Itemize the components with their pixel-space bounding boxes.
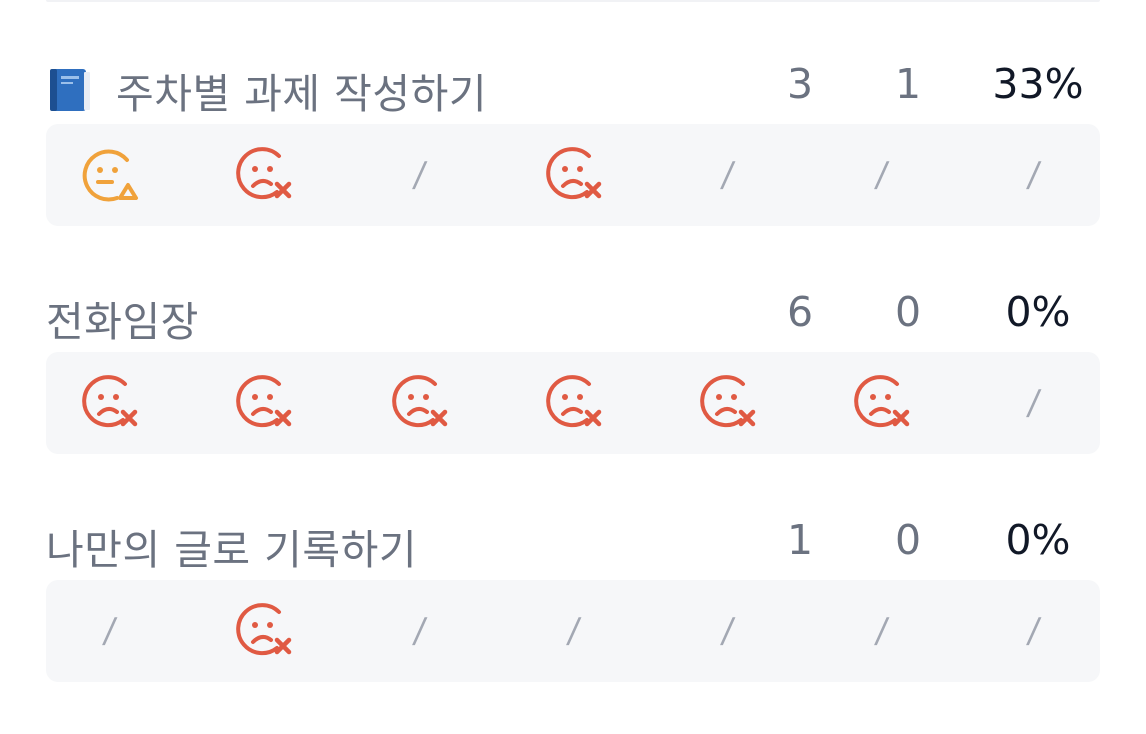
empty-cell[interactable]: /: [974, 124, 1094, 226]
empty-slash: /: [719, 155, 737, 195]
failed-cell[interactable]: [668, 352, 788, 454]
sad-face-x-icon: [82, 375, 138, 428]
empty-cell[interactable]: /: [514, 580, 634, 682]
empty-slash: /: [101, 611, 119, 651]
completion-percent: 0%: [1005, 288, 1071, 336]
divider: [46, 0, 1100, 2]
empty-cell[interactable]: /: [974, 580, 1094, 682]
sad-face-x-icon: [700, 375, 756, 428]
status-grid: / / / /: [46, 124, 1100, 226]
failed-cell[interactable]: [204, 580, 324, 682]
failed-cell[interactable]: [360, 352, 480, 454]
empty-cell[interactable]: /: [822, 580, 942, 682]
sad-face-x-icon: [236, 147, 292, 200]
task-section: 전화임장 6 0 0% /: [46, 280, 1100, 454]
empty-slash: /: [873, 155, 891, 195]
total-count: 6: [786, 288, 814, 336]
task-section: 나만의 글로 기록하기 1 0 0% / / / / / /: [46, 508, 1100, 682]
task-title[interactable]: 나만의 글로 기록하기: [46, 516, 417, 576]
task-header: 전화임장 6 0 0%: [46, 280, 1100, 346]
done-count: 0: [894, 288, 922, 336]
failed-cell[interactable]: [50, 352, 170, 454]
done-count: 1: [894, 60, 922, 108]
partial-face-icon: [82, 149, 138, 202]
sad-face-x-icon: [236, 375, 292, 428]
sad-face-x-icon: [546, 375, 602, 428]
empty-cell[interactable]: /: [360, 124, 480, 226]
sad-face-x-icon: [854, 375, 910, 428]
sad-face-x-icon: [546, 147, 602, 200]
task-title-text: 전화임장: [46, 298, 199, 346]
empty-cell[interactable]: /: [822, 124, 942, 226]
empty-slash: /: [1025, 611, 1043, 651]
total-count: 3: [786, 60, 814, 108]
task-title-text: 주차별 과제 작성하기: [116, 70, 488, 118]
failed-cell[interactable]: [204, 124, 324, 226]
empty-slash: /: [719, 611, 737, 651]
empty-cell[interactable]: /: [50, 580, 170, 682]
blue-book-icon: [50, 69, 90, 111]
failed-cell[interactable]: [822, 352, 942, 454]
empty-cell[interactable]: /: [360, 580, 480, 682]
failed-cell[interactable]: [514, 352, 634, 454]
task-title[interactable]: 전화임장: [46, 288, 199, 348]
total-count: 1: [786, 516, 814, 564]
empty-slash: /: [1025, 383, 1043, 423]
task-header: 나만의 글로 기록하기 1 0 0%: [46, 508, 1100, 574]
empty-cell[interactable]: /: [668, 580, 788, 682]
status-grid: /: [46, 352, 1100, 454]
empty-slash: /: [565, 611, 583, 651]
empty-slash: /: [873, 611, 891, 651]
task-section: 주차별 과제 작성하기 3 1 33% / / / /: [46, 52, 1100, 226]
task-title-text: 나만의 글로 기록하기: [46, 526, 418, 574]
completion-percent: 33%: [992, 60, 1084, 108]
completion-percent: 0%: [1005, 516, 1071, 564]
sad-face-x-icon: [392, 375, 448, 428]
empty-slash: /: [411, 611, 429, 651]
empty-slash: /: [411, 155, 429, 195]
empty-cell[interactable]: /: [668, 124, 788, 226]
sad-face-x-icon: [236, 603, 292, 656]
attendance-summary: 주차별 과제 작성하기 3 1 33% / / / / 전화임장 6 0 0% / 나…: [0, 0, 1146, 734]
status-grid: / / / / / /: [46, 580, 1100, 682]
partial-cell[interactable]: [50, 124, 170, 226]
task-title[interactable]: 주차별 과제 작성하기: [46, 60, 487, 120]
empty-slash: /: [1025, 155, 1043, 195]
failed-cell[interactable]: [514, 124, 634, 226]
task-header: 주차별 과제 작성하기 3 1 33%: [46, 52, 1100, 118]
done-count: 0: [894, 516, 922, 564]
empty-cell[interactable]: /: [974, 352, 1094, 454]
failed-cell[interactable]: [204, 352, 324, 454]
